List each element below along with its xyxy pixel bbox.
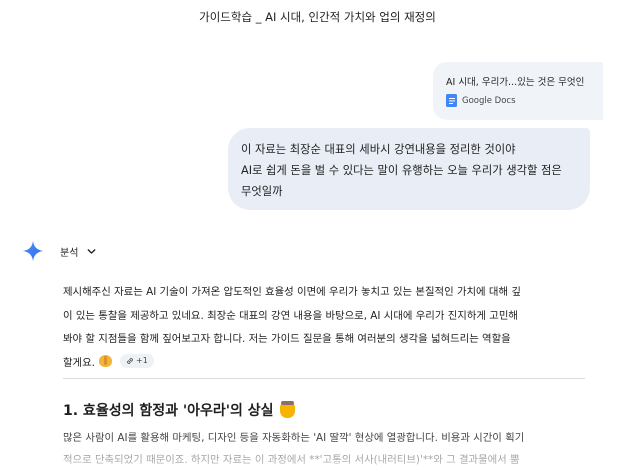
section-body-line: 많은 사람이 AI를 활용해 마케팅, 디자인 등을 자동화하는 'AI 딸깍'… [63, 432, 525, 444]
chevron-down-icon [88, 249, 96, 254]
section-body: 많은 사람이 AI를 활용해 마케팅, 디자인 등을 자동화하는 'AI 딸깍'… [63, 427, 524, 471]
section-heading: 1. 효율성의 함정과 '아우라'의 상실 [63, 400, 295, 420]
attachment-card[interactable]: AI 시대, 우리가...있는 것은 무엇인 Google Docs [433, 62, 603, 120]
response-line: 할게요. [63, 356, 95, 369]
google-docs-icon [446, 94, 457, 107]
user-message-bubble: 이 자료는 최장순 대표의 세바시 강연내용을 정리한 것이야 AI로 쉽게 돈… [228, 128, 590, 210]
gemini-sparkle-icon [22, 240, 44, 262]
attachment-source: Google Docs [446, 94, 516, 107]
attachment-source-label: Google Docs [462, 95, 516, 106]
conversation-title: 가이드학습 _ AI 시대, 인간적 가치와 업의 재정의 [199, 10, 436, 24]
section-heading-text: 1. 효율성의 함정과 '아우라'의 상실 [63, 403, 274, 419]
response-last-line: 할게요. +1 [63, 352, 593, 376]
source-chip-count: +1 [135, 355, 148, 365]
user-message-line: AI로 쉽게 돈을 벌 수 있다는 말이 유행하는 오늘 우리가 생각할 점은 [241, 164, 562, 177]
analysis-label: 분석 [60, 248, 79, 259]
analysis-toggle[interactable]: 분석 [60, 244, 97, 259]
attachment-name: AI 시대, 우리가...있는 것은 무엇인 [446, 77, 585, 88]
section-body-line: 적으로 단축되었기 때문이죠. 하지만 자료는 이 과정에서 **'고통의 서사… [63, 454, 520, 466]
response-intro: 제시해주신 자료는 AI 기술이 가져온 압도적인 효율성 이면에 우리가 놓치… [63, 281, 593, 375]
response-line: 이 있는 통찰을 제공하고 있네요. 최장순 대표의 강연 내용을 바탕으로, … [63, 309, 518, 322]
folded-hands-emoji-icon [98, 354, 112, 367]
source-chip[interactable]: +1 [119, 353, 154, 368]
honey-pot-emoji-icon [279, 400, 295, 418]
user-message-line: 무엇일까 [241, 185, 283, 198]
response-line: 제시해주신 자료는 AI 기술이 가져온 압도적인 효율성 이면에 우리가 놓치… [63, 286, 521, 298]
link-icon [127, 357, 133, 364]
user-message-line: 이 자료는 최장순 대표의 세바시 강연내용을 정리한 것이야 [241, 143, 516, 156]
section-divider [63, 378, 585, 379]
